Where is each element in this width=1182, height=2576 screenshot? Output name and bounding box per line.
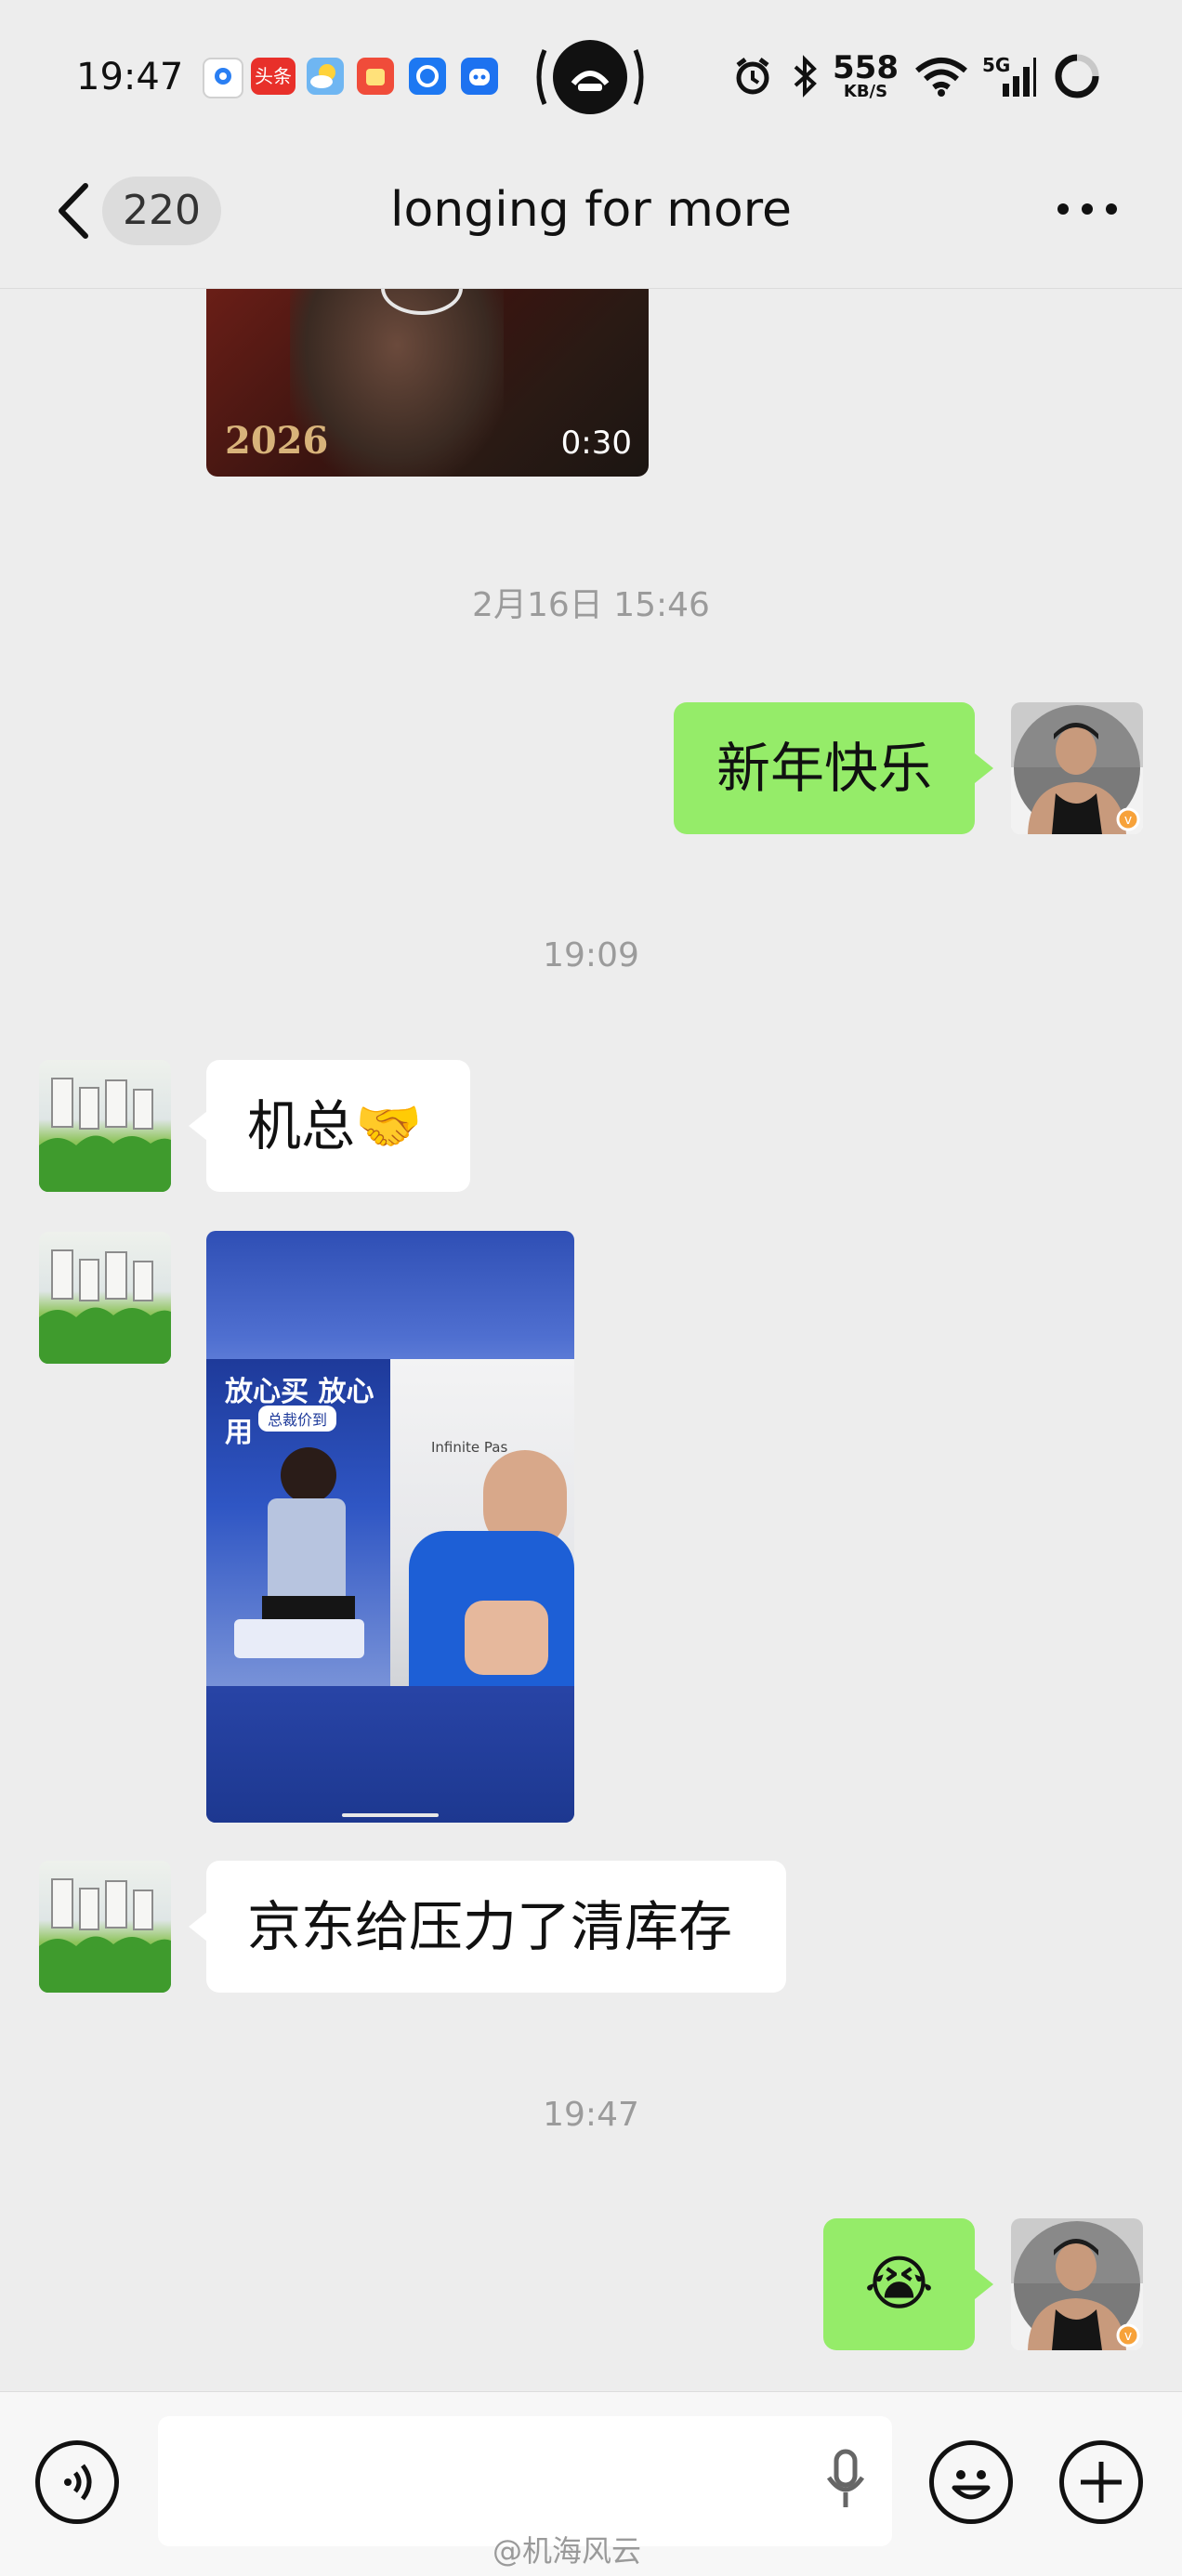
status-right: 558 KB/S 5G [730,48,1101,104]
watermark: @机海风云 [492,2533,642,2569]
cellular-signal: 5G [982,54,1036,98]
battery-ring-icon [1055,54,1099,98]
plus-icon [1081,2462,1122,2503]
received-message-bubble[interactable]: 机总🤝 [206,1060,470,1192]
smiley-icon [952,2470,991,2500]
sent-message-bubble[interactable]: 😭 [823,2218,975,2350]
more-options-icon[interactable] [1050,186,1124,232]
bubble-tail [189,1912,207,1942]
hotspot-indicator [532,37,649,117]
status-bar: 19:47 头条 558 KB/S 5G [0,0,1182,149]
my-avatar[interactable]: v [1011,2218,1143,2350]
emoji-button[interactable] [929,2440,1013,2524]
message-input-bar: @机海风云 [0,2391,1182,2576]
chat-header: 220 longing for more [0,149,1182,289]
video-overlay-year: 2026 [225,419,329,463]
video-duration: 0:30 [560,425,632,462]
store-sign-text: Infinite Pas [431,1439,508,1456]
assistant-icon [461,58,498,95]
network-speed-value: 558 [833,49,899,86]
contact-avatar[interactable] [39,1060,171,1192]
wifi-icon [915,58,967,97]
svg-text:v: v [1124,813,1132,828]
network-speed-unit: KB/S [843,82,888,101]
message-text-input[interactable] [158,2416,892,2546]
message-text: 机总 [247,1094,356,1157]
voice-icon [64,2464,92,2501]
alarm-icon [736,58,769,95]
more-actions-button[interactable] [1059,2440,1143,2524]
image-banner-sub: 总裁价到 [258,1406,337,1432]
toutiao-label: 头条 [255,65,292,87]
contact-avatar[interactable] [39,1861,171,1993]
game-icon [357,58,394,95]
network-speed: 558 KB/S [833,52,899,100]
location-icon [203,58,243,98]
image-message-livestream[interactable]: 放心买 放心用 总裁价到 Infinite Pas [206,1231,574,1823]
livestream-left-panel: 放心买 放心用 总裁价到 [206,1359,390,1686]
svg-text:v: v [1124,2329,1132,2344]
bubble-tail [975,753,993,783]
timestamp: 19:09 [543,936,639,974]
contact-avatar[interactable] [39,1232,171,1364]
my-avatar[interactable]: v [1011,702,1143,834]
weather-icon [307,58,344,95]
timestamp: 2月16日 15:46 [472,586,710,624]
voice-mode-button[interactable] [35,2440,119,2524]
received-message-bubble[interactable]: 京东给压力了清库存 [206,1861,786,1993]
microphone-icon[interactable] [818,2444,873,2518]
browser-icon [409,58,446,95]
video-message[interactable]: 2026 0:30 [206,289,649,477]
timestamp: 19:47 [543,2096,639,2134]
livestream-comments [206,1686,574,1823]
livestream-right-panel: Infinite Pas [390,1359,574,1689]
sent-message-bubble[interactable]: 新年快乐 [674,702,975,834]
toutiao-icon: 头条 [251,58,296,95]
handshake-emoji: 🤝 [355,1094,423,1157]
bluetooth-icon [794,55,817,98]
bubble-tail [189,1111,207,1141]
status-time: 19:47 [76,56,184,98]
cellular-label: 5G [981,54,1011,76]
bubble-tail [975,2269,993,2299]
chat-title: longing for more [390,182,792,238]
